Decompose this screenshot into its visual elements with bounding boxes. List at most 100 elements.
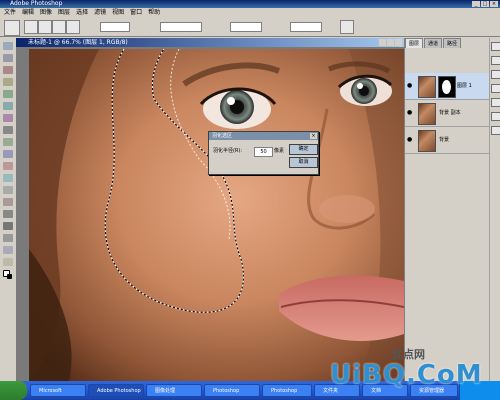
history-icon[interactable] — [491, 70, 500, 79]
height-input[interactable] — [290, 22, 322, 32]
blur-tool-icon[interactable] — [3, 186, 13, 194]
navigator-icon[interactable] — [491, 42, 500, 51]
panel-tabs: 图层 通道 路径 — [405, 38, 490, 48]
start-button[interactable] — [0, 381, 27, 400]
menu-help[interactable]: 帮助 — [148, 8, 160, 17]
minimize-button[interactable]: _ — [472, 1, 480, 7]
layer-row[interactable]: ● 背景 — [405, 127, 490, 154]
visibility-eye-icon[interactable]: ● — [407, 109, 412, 116]
taskbar-item[interactable]: 文件夹 — [314, 384, 360, 397]
crop-tool-icon[interactable] — [3, 90, 13, 98]
layer-name: 背景 — [439, 137, 450, 143]
layer-row[interactable]: ● 图层 1 — [405, 73, 490, 100]
marquee-tool-icon[interactable] — [3, 54, 13, 62]
visibility-eye-icon[interactable]: ● — [407, 136, 412, 143]
document-title-bar: 未标题-1 @ 66.7% (图层 1, RGB/8) — [16, 38, 404, 47]
document-maximize-button[interactable] — [387, 39, 394, 46]
tab-paths[interactable]: 路径 — [443, 38, 462, 48]
menu-image[interactable]: 图像 — [40, 8, 52, 17]
taskbar-item[interactable]: 资源管理器 — [410, 384, 458, 397]
menu-window[interactable]: 窗口 — [130, 8, 142, 17]
app-title-bar: Adobe Photoshop _ □ × — [0, 0, 500, 8]
taskbar-item[interactable]: 文档 — [362, 384, 408, 397]
window-controls: _ □ × — [472, 1, 498, 7]
intersect-selection-icon[interactable] — [66, 20, 80, 34]
windows-taskbar: Microsoft Adobe Photoshop 图像处理 Photoshop… — [0, 381, 500, 400]
menu-filter[interactable]: 滤镜 — [94, 8, 106, 17]
slice-tool-icon[interactable] — [3, 102, 13, 110]
layer-name: 背景 副本 — [439, 110, 461, 116]
width-input[interactable] — [230, 22, 262, 32]
document-window-controls — [379, 39, 402, 46]
layer-row[interactable]: ● 背景 副本 — [405, 100, 490, 127]
healing-brush-tool-icon[interactable] — [3, 114, 13, 122]
feather-dialog-close-button[interactable]: × — [310, 133, 317, 139]
feather-dialog: 羽化选区 × 羽化半径(R): 50 像素 确定 取消 — [208, 131, 319, 175]
shape-tool-icon[interactable] — [3, 246, 13, 254]
document-minimize-button[interactable] — [379, 39, 386, 46]
feather-dialog-title-bar: 羽化选区 × — [209, 132, 318, 140]
feather-dialog-title: 羽化选区 — [212, 133, 233, 139]
taskbar-item[interactable]: Photoshop — [204, 384, 260, 397]
history-brush-tool-icon[interactable] — [3, 150, 13, 158]
dodge-tool-icon[interactable] — [3, 198, 13, 206]
type-tool-icon[interactable] — [3, 222, 13, 230]
document-close-button[interactable] — [395, 39, 402, 46]
maximize-button[interactable]: □ — [481, 1, 489, 7]
taskbar-item[interactable]: Microsoft — [30, 384, 86, 397]
lasso-tool-icon[interactable] — [3, 66, 13, 74]
color-icon[interactable] — [491, 112, 500, 121]
refine-edge-icon[interactable] — [340, 20, 354, 34]
brush-tool-icon[interactable] — [3, 126, 13, 134]
document-title: 未标题-1 @ 66.7% (图层 1, RGB/8) — [28, 39, 128, 46]
menu-file[interactable]: 文件 — [4, 8, 16, 17]
layer-thumbnail — [418, 130, 436, 152]
feather-radius-input[interactable]: 50 — [254, 147, 273, 157]
subtract-selection-icon[interactable] — [52, 20, 66, 34]
layer-mask-thumbnail[interactable] — [438, 76, 456, 98]
gradient-tool-icon[interactable] — [3, 174, 13, 182]
path-selection-tool-icon[interactable] — [3, 234, 13, 242]
app-title: Adobe Photoshop — [10, 0, 63, 7]
info-icon[interactable] — [491, 56, 500, 65]
taskbar-item[interactable]: 图像处理 — [146, 384, 202, 397]
menu-layer[interactable]: 图层 — [58, 8, 70, 17]
current-tool-icon[interactable] — [4, 20, 20, 36]
layers-panel: 图层 通道 路径 ● 图层 1 ● 背景 副本 ● 背景 — [404, 38, 490, 381]
taskbar-item[interactable]: Photoshop — [262, 384, 312, 397]
taskbar-item[interactable]: Adobe Photoshop — [88, 384, 144, 397]
eraser-tool-icon[interactable] — [3, 162, 13, 170]
menu-edit[interactable]: 编辑 — [22, 8, 34, 17]
actions-icon[interactable] — [491, 84, 500, 93]
swatches-icon[interactable] — [491, 126, 500, 135]
clone-stamp-tool-icon[interactable] — [3, 138, 13, 146]
panel-icon-strip — [489, 38, 500, 381]
feather-radius-label: 羽化半径(R): — [213, 148, 243, 154]
menu-view[interactable]: 视图 — [112, 8, 124, 17]
close-button[interactable]: × — [490, 1, 498, 7]
cancel-button[interactable]: 取消 — [289, 157, 318, 168]
pen-tool-icon[interactable] — [3, 210, 13, 218]
hand-tool-icon[interactable] — [3, 258, 13, 266]
feather-radius-unit: 像素 — [274, 148, 285, 154]
brushes-icon[interactable] — [491, 98, 500, 107]
style-select[interactable] — [160, 22, 202, 32]
toolbox — [0, 38, 17, 290]
background-color-swatch[interactable] — [7, 274, 12, 279]
new-selection-icon[interactable] — [24, 20, 38, 34]
canvas-photo[interactable] — [29, 49, 404, 381]
menu-select[interactable]: 选择 — [76, 8, 88, 17]
options-bar — [0, 17, 500, 37]
magic-wand-tool-icon[interactable] — [3, 78, 13, 86]
visibility-eye-icon[interactable]: ● — [407, 82, 412, 89]
feather-input[interactable] — [100, 22, 130, 32]
tab-channels[interactable]: 通道 — [424, 38, 443, 48]
menu-bar: 文件 编辑 图像 图层 选择 滤镜 视图 窗口 帮助 — [0, 8, 500, 17]
layer-thumbnail — [418, 103, 436, 125]
document-window: 未标题-1 @ 66.7% (图层 1, RGB/8) — [16, 38, 404, 381]
move-tool-icon[interactable] — [3, 42, 13, 50]
tab-layers[interactable]: 图层 — [405, 38, 424, 48]
ok-button[interactable]: 确定 — [289, 144, 318, 155]
portrait-image — [29, 49, 404, 381]
add-selection-icon[interactable] — [38, 20, 52, 34]
